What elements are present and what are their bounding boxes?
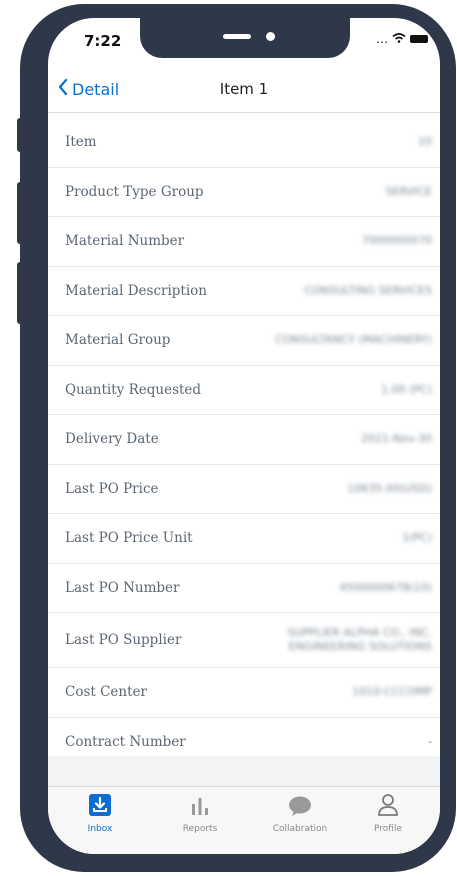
list-footer-gap xyxy=(48,756,440,786)
list-item: Cost Center 1010-CCCOMP xyxy=(48,668,440,718)
status-time: 7:22 xyxy=(84,32,122,50)
list-item: Item 10 xyxy=(48,118,440,168)
inbox-icon xyxy=(88,793,112,821)
tab-reports[interactable]: Reports xyxy=(160,793,240,834)
row-label: Last PO Supplier xyxy=(65,632,182,648)
list-item: Material Group CONSULTANCY (MACHINERY) xyxy=(48,316,440,366)
list-item: Product Type Group SERVICE xyxy=(48,168,440,217)
tab-profile[interactable]: Profile xyxy=(348,793,428,834)
row-value: - xyxy=(428,734,432,748)
nav-bar: Detail Item 1 xyxy=(48,70,440,113)
row-label: Product Type Group xyxy=(65,183,204,200)
wifi-icon xyxy=(392,32,406,46)
list-item: Material Description CONSULTING SERVICES xyxy=(48,267,440,316)
speaker-pill xyxy=(223,34,251,39)
person-icon xyxy=(377,793,399,821)
row-label: Last PO Price Unit xyxy=(65,530,193,547)
tab-label: Profile xyxy=(374,824,402,834)
back-label: Detail xyxy=(72,79,120,99)
row-label: Delivery Date xyxy=(65,431,159,448)
row-label: Cost Center xyxy=(65,684,147,701)
tab-label: Inbox xyxy=(87,824,113,834)
chevron-left-icon xyxy=(58,78,68,99)
phone-screen: 7:22 … Detail Item 1 Item 10 Product Type… xyxy=(48,18,440,854)
tab-inbox[interactable]: Inbox xyxy=(60,793,140,834)
row-label: Quantity Requested xyxy=(65,381,202,398)
row-value: 10 xyxy=(418,135,432,149)
tab-bar: Inbox Reports Collabration Profile xyxy=(48,786,440,854)
row-value: 10635.00(USD) xyxy=(347,481,432,495)
tab-label: Collabration xyxy=(272,824,328,834)
detail-list: Item 10 Product Type Group SERVICE Materia… xyxy=(48,118,440,767)
tab-collabration[interactable]: Collabration xyxy=(260,793,340,834)
list-item: Quantity Requested 1.00 (PC) xyxy=(48,366,440,415)
list-item: Material Number 7000000070 xyxy=(48,217,440,267)
row-label: Contract Number xyxy=(65,733,186,750)
row-label: Material Description xyxy=(65,282,207,299)
row-value: 1(PC) xyxy=(402,531,432,545)
row-value: CONSULTANCY (MACHINERY) xyxy=(275,333,432,347)
row-value: SUPPLIER ALPHA CO., INC. ENGINEERING SOL… xyxy=(287,626,432,653)
row-value: 7000000070 xyxy=(362,234,432,248)
status-icons: … xyxy=(376,32,428,46)
row-label: Material Number xyxy=(65,233,185,250)
signal-icon: … xyxy=(376,32,388,46)
row-value: 2021-Nov-30 xyxy=(360,432,432,446)
list-item: Last PO Price 10635.00(USD) xyxy=(48,465,440,514)
camera-dot xyxy=(266,32,275,41)
back-button[interactable]: Detail xyxy=(58,78,120,99)
chat-bubble-icon xyxy=(287,795,313,821)
row-value: 1010-CCCOMP xyxy=(352,685,432,699)
row-label: Item xyxy=(65,134,97,151)
battery-icon xyxy=(410,35,428,43)
row-value: CONSULTING SERVICES xyxy=(304,283,432,297)
row-value: 1.00 (PC) xyxy=(381,382,432,396)
row-label: Last PO Price xyxy=(65,480,159,497)
row-label: Material Group xyxy=(65,332,171,349)
notch xyxy=(140,18,350,58)
list-item: Last PO Price Unit 1(PC) xyxy=(48,514,440,564)
list-item: Delivery Date 2021-Nov-30 xyxy=(48,415,440,465)
list-item: Last PO Supplier SUPPLIER ALPHA CO., INC.… xyxy=(48,613,440,668)
row-label: Last PO Number xyxy=(65,579,180,596)
bar-chart-icon xyxy=(189,795,211,821)
row-value: SERVICE xyxy=(385,184,432,198)
row-value: 4500000678(10) xyxy=(339,580,432,594)
tab-label: Reports xyxy=(182,824,218,834)
list-item: Last PO Number 4500000678(10) xyxy=(48,564,440,613)
